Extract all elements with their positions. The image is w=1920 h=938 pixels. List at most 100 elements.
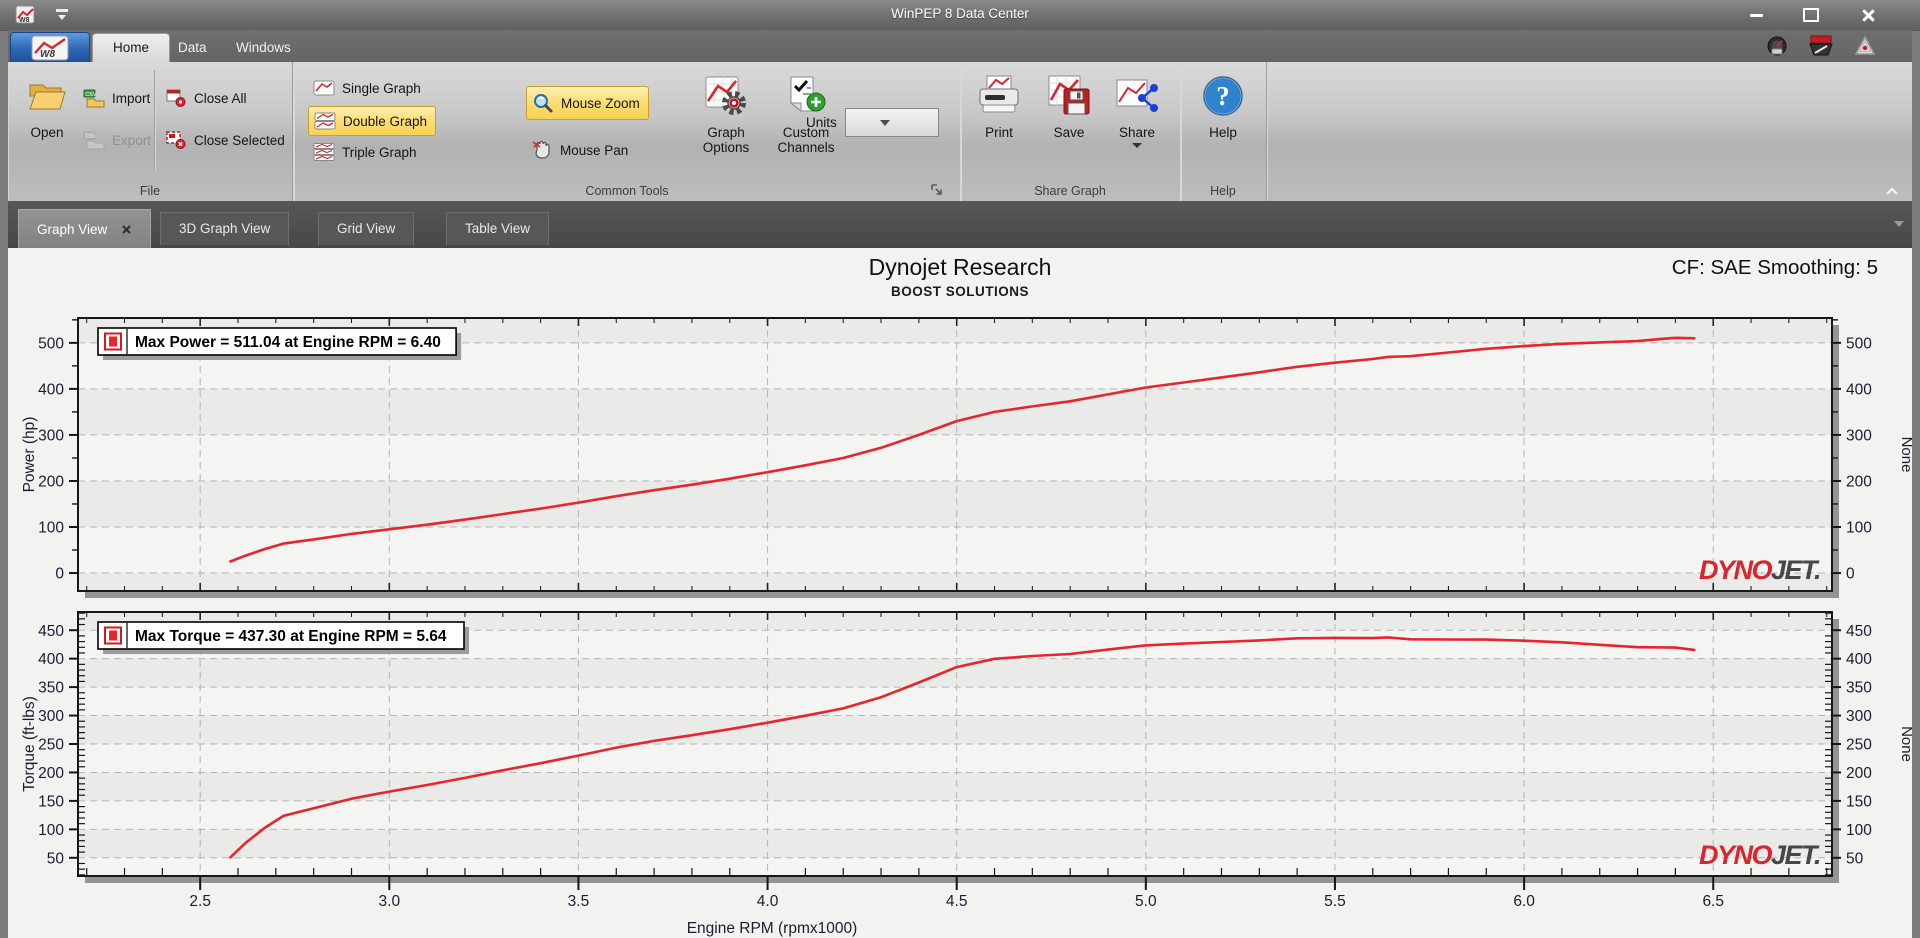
tab-close-icon[interactable] (121, 224, 132, 235)
svg-text:6.5: 6.5 (1702, 893, 1724, 910)
share-label: Share (1118, 125, 1156, 140)
svg-text:4.5: 4.5 (946, 893, 968, 910)
svg-text:400: 400 (1846, 381, 1872, 398)
ribbon-group-help: ? Help Help (1180, 62, 1268, 201)
doc-tab-3d-graph-view[interactable]: 3D Graph View (160, 212, 290, 245)
units-dropdown[interactable] (844, 108, 939, 137)
svg-text:2.5: 2.5 (189, 893, 211, 910)
gauge-icon[interactable] (1764, 34, 1790, 58)
print-button[interactable]: Print (968, 70, 1030, 178)
minimize-button[interactable] (1740, 6, 1772, 24)
svg-text:0: 0 (1846, 566, 1855, 583)
single-graph-icon (312, 77, 336, 99)
double-graph-icon (313, 110, 337, 132)
y-axis-right-label: None (1898, 437, 1912, 473)
svg-text:100: 100 (1846, 520, 1872, 537)
close-selected-button[interactable]: Close Selected (160, 126, 293, 154)
chevron-down-icon (879, 119, 890, 126)
single-graph-button[interactable]: Single Graph (308, 74, 429, 102)
svg-text:450: 450 (1846, 623, 1872, 640)
import-button[interactable]: CSV Import (78, 84, 158, 112)
save-button[interactable]: Save (1038, 70, 1100, 178)
svg-text:3.0: 3.0 (379, 893, 401, 910)
torque-chart[interactable]: 50 50 100 100 150 150 200 200 250 250 300 300 350 350… (8, 598, 1912, 938)
mouse-pan-icon (530, 139, 554, 161)
y-axis-right-label: None (1898, 726, 1912, 762)
dyno-icon[interactable] (1808, 34, 1834, 58)
mouse-pan-label: Mouse Pan (560, 142, 629, 158)
svg-text:150: 150 (1846, 793, 1872, 810)
svg-text:200: 200 (38, 765, 64, 782)
svg-text:300: 300 (1846, 708, 1872, 725)
svg-text:400: 400 (1846, 651, 1872, 668)
svg-text:CSV: CSV (85, 92, 97, 98)
print-icon (976, 70, 1022, 122)
close-selected-icon (164, 129, 188, 151)
y-axis-label: Torque (ft-lbs) (21, 696, 38, 792)
double-graph-label: Double Graph (343, 113, 428, 129)
svg-text:6.0: 6.0 (1513, 893, 1535, 910)
svg-text:500: 500 (1846, 335, 1872, 352)
export-icon: CSV (82, 129, 106, 151)
help-button[interactable]: ? Help (1192, 70, 1254, 178)
power-legend[interactable]: Max Power = 511.04 at Engine RPM = 6.40 (97, 327, 462, 360)
svg-text:200: 200 (1846, 765, 1872, 782)
tab-overflow-caret-icon[interactable] (1894, 221, 1904, 227)
mouse-zoom-icon (531, 92, 555, 114)
correction-smoothing-label: CF: SAE Smoothing: 5 (1671, 256, 1878, 279)
group-label-share-graph: Share Graph (1034, 184, 1106, 198)
export-button[interactable]: CSV Export (78, 126, 159, 154)
ribbon-collapse-chevron-icon[interactable] (1884, 185, 1900, 197)
svg-text:5.0: 5.0 (1135, 893, 1157, 910)
svg-text:350: 350 (38, 680, 64, 697)
svg-text:250: 250 (1846, 737, 1872, 754)
graph-options-label: Graph Options (702, 125, 750, 155)
dynojet-logo: DYNOJET. (1699, 555, 1820, 585)
close-all-button[interactable]: Close All (160, 84, 255, 112)
close-button[interactable] (1852, 6, 1884, 24)
double-graph-button[interactable]: Double Graph (308, 106, 437, 136)
open-button[interactable]: Open (18, 70, 76, 178)
ribbon: Open CSV Import CSV Export Close All Clo… (8, 62, 1912, 202)
share-dropdown-caret-icon (1132, 143, 1142, 148)
svg-text:3.5: 3.5 (568, 893, 590, 910)
svg-text:400: 400 (38, 651, 64, 668)
doc-tab-graph-view[interactable]: Graph View (18, 209, 152, 249)
svg-text:350: 350 (1846, 680, 1872, 697)
triple-graph-button[interactable]: Triple Graph (308, 138, 425, 166)
help-label: Help (1209, 125, 1237, 140)
graph-subtitle: BOOST SOLUTIONS (890, 284, 1029, 299)
title-bar: W8 WinPEP 8 Data Center (0, 0, 1920, 31)
save-label: Save (1053, 125, 1085, 140)
doc-tab-grid-view[interactable]: Grid View (318, 212, 415, 245)
application-menu-button[interactable]: W8 (10, 32, 90, 64)
svg-text:150: 150 (38, 793, 64, 810)
group-label-file: File (139, 184, 161, 198)
maximize-button[interactable] (1795, 6, 1827, 24)
mouse-pan-button[interactable]: Mouse Pan (526, 136, 636, 164)
close-selected-label: Close Selected (194, 132, 285, 148)
svg-text:100: 100 (38, 520, 64, 537)
open-label: Open (30, 125, 64, 140)
power-chart[interactable]: 0 0 100 100 200 200 300 300 400 400 500 500 Power (h… (8, 300, 1912, 606)
graph-options-button[interactable]: Graph Options (692, 70, 760, 178)
svg-text:100: 100 (1846, 822, 1872, 839)
svg-text:?: ? (1216, 81, 1230, 111)
units-label: Units (806, 115, 837, 130)
document-tab-strip: Graph View 3D Graph View Grid View Table… (8, 201, 1912, 249)
tab-windows[interactable]: Windows (216, 34, 311, 62)
dynojet-logo: DYNOJET. (1699, 840, 1820, 870)
svg-text:0: 0 (55, 566, 64, 583)
graph-view-content: Dynojet Research BOOST SOLUTIONS CF: SAE… (8, 248, 1912, 938)
svg-text:4.0: 4.0 (757, 893, 779, 910)
alert-triangle-icon[interactable] (1852, 34, 1878, 58)
torque-legend[interactable]: Max Torque = 437.30 at Engine RPM = 5.64 (97, 621, 469, 654)
ribbon-group-common-tools: Single Graph Double Graph Triple Graph M… (294, 62, 962, 201)
svg-text:300: 300 (38, 708, 64, 725)
doc-tab-table-view[interactable]: Table View (446, 212, 550, 245)
svg-text:W8: W8 (40, 49, 55, 60)
mouse-zoom-label: Mouse Zoom (561, 95, 640, 111)
svg-text:Engine RPM (rpmx1000): Engine RPM (rpmx1000) (687, 920, 858, 937)
share-button[interactable]: Share (1106, 70, 1168, 178)
mouse-zoom-button[interactable]: Mouse Zoom (526, 86, 649, 120)
